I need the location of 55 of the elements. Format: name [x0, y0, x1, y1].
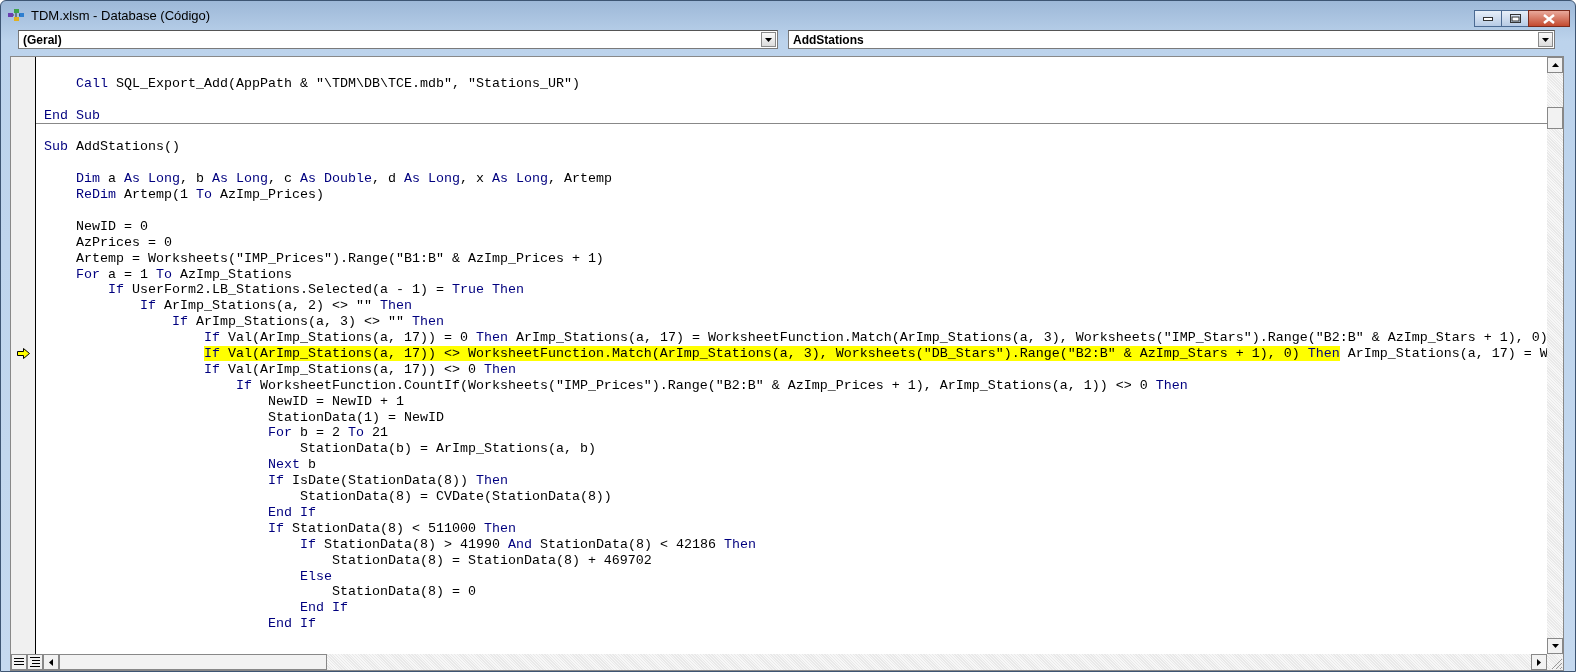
minimize-button[interactable]	[1474, 10, 1502, 27]
code-line: If StationData(8) < 511000 Then	[266, 520, 516, 537]
code-line: If IsDate(StationData(8)) Then	[266, 473, 508, 490]
maximize-button[interactable]	[1501, 10, 1529, 27]
up-arrow-icon	[1551, 63, 1559, 67]
maximize-icon	[1509, 14, 1521, 23]
code-line: StationData(1) = NewID	[266, 409, 444, 426]
scroll-down-button[interactable]	[1547, 638, 1563, 654]
code-line: If Val(ArImp_Stations(a, 17)) = 0 Then ArImp_Stations(a, 17) = WorksheetFunction.Match(ArImp_Stations(a, 3), Worksheets("IMP_Stars").Range("B2:B" & AzImp_Stars + 1), 0)	[202, 330, 1547, 347]
down-arrow-icon	[1551, 644, 1559, 648]
code-line: Dim a As Long, b As Long, c As Double, d As Long, x As Long, Artemp	[75, 171, 612, 188]
code-line: NewID = NewID + 1	[266, 393, 404, 410]
window-title: TDM.xlsm - Database (Código)	[31, 7, 211, 23]
code-line: If StationData(8) > 41990 And StationData(8) < 42186 Then	[298, 536, 756, 553]
code-line: StationData(8) = StationData(8) + 469702	[330, 552, 652, 569]
code-line: If WorksheetFunction.CountIf(Worksheets("IMP_Prices").Range("B2:B" & AzImp_Prices + 1), ArImp_Stations(a, 1)) <> 0 Then	[234, 377, 1188, 394]
code-line: If Val(ArImp_Stations(a, 17)) <> 0 Then	[202, 361, 516, 378]
code-line: End Sub	[43, 107, 100, 124]
code-line: Sub AddStations()	[43, 139, 180, 156]
scroll-up-button[interactable]	[1547, 57, 1563, 73]
code-line: For b = 2 To 21	[266, 425, 388, 442]
minimize-icon	[1483, 16, 1493, 21]
close-icon	[1543, 13, 1555, 24]
code-line: If ArImp_Stations(a, 2) <> "" Then	[138, 298, 412, 315]
code-line: If Val(ArImp_Stations(a, 17)) <> WorksheetFunction.Match(ArImp_Stations(a, 3), Worksheets("DB_Stars").Range("B2:B" & AzImp_Stars + 1), 0) Then ArImp_Stations(a, 17) = W	[202, 346, 1547, 362]
app-icon	[7, 7, 25, 23]
procedure-view-icon[interactable]	[11, 654, 27, 670]
object-dropdown[interactable]: (Geral)	[18, 30, 778, 49]
full-module-view-icon[interactable]	[27, 654, 43, 670]
procedure-dropdown[interactable]: AddStations	[788, 30, 1555, 49]
code-line: Else	[298, 568, 332, 585]
code-line: End If	[266, 504, 316, 521]
code-line: ReDim Artemp(1 To AzImp_Prices)	[75, 187, 324, 203]
left-arrow-icon	[49, 658, 53, 666]
code-line: StationData(8) = 0	[330, 584, 476, 601]
code-line: Call SQL_Export_Add(AppPath & "\TDM\DB\TCE.mdb", "Stations_UR")	[75, 75, 580, 92]
code-line: StationData(8) = CVDate(StationData(8))	[298, 489, 612, 505]
combo-value: (Geral)	[22, 32, 63, 47]
code-line: AzPrices = 0	[75, 234, 172, 251]
code-line: Artemp = Worksheets("IMP_Prices").Range("B1:B" & AzImp_Prices + 1)	[75, 250, 604, 267]
code-line: If ArImp_Stations(a, 3) <> "" Then	[170, 314, 444, 331]
scroll-right-button[interactable]	[1531, 654, 1547, 670]
code-line: StationData(b) = ArImp_Stations(a, b)	[298, 441, 596, 458]
right-arrow-icon	[1537, 658, 1541, 666]
code-line: If UserForm2.LB_Stations.Selected(a - 1) = True Then	[107, 282, 524, 299]
scrollbar-thumb[interactable]	[1547, 107, 1563, 129]
code-line: NewID = 0	[75, 218, 148, 235]
combo-value: AddStations	[792, 32, 865, 47]
horizontal-scrollbar-thumb[interactable]	[59, 654, 327, 670]
code-line: Next b	[266, 457, 316, 474]
code-line: End If	[266, 616, 316, 633]
code-line: End If	[298, 600, 348, 617]
code-line: For a = 1 To AzImp_Stations	[75, 266, 292, 283]
scroll-left-button[interactable]	[43, 654, 59, 670]
close-button[interactable]	[1528, 10, 1570, 27]
